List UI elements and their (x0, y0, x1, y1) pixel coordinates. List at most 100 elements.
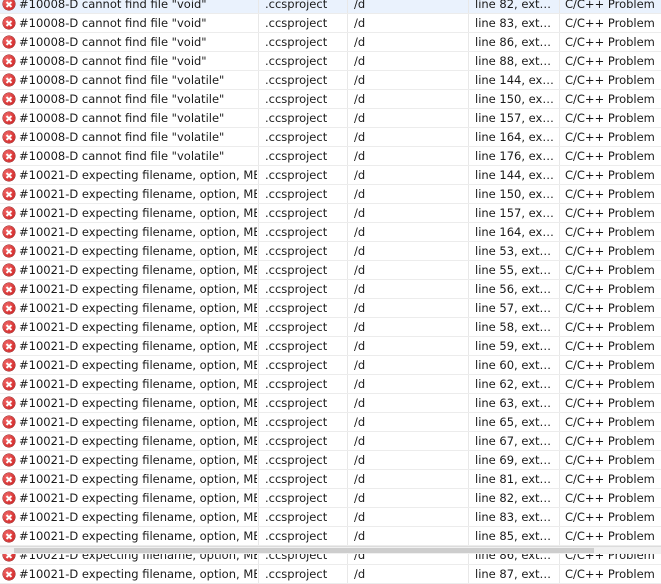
problem-resource: .ccsproject (258, 147, 346, 165)
horizontal-scrollbar[interactable] (0, 546, 661, 554)
problem-description: #10021-D expecting filename, option, MEM… (19, 472, 257, 486)
problem-row[interactable]: #10021-D expecting filename, option, MEM… (0, 508, 661, 527)
problem-location: line 59, external location: C:\Users\... (468, 337, 558, 355)
problem-resource: .ccsproject (258, 470, 346, 488)
problem-description: #10021-D expecting filename, option, MEM… (19, 415, 257, 429)
error-icon (3, 283, 15, 295)
problem-path: /d (347, 337, 467, 355)
problem-row[interactable]: #10021-D expecting filename, option, MEM… (0, 318, 661, 337)
problem-location: line 176, external location: C:\Users\..… (468, 147, 558, 165)
error-icon (3, 207, 15, 219)
problem-row[interactable]: #10021-D expecting filename, option, MEM… (0, 470, 661, 489)
problem-type: C/C++ Problem (559, 71, 661, 89)
problem-description: #10021-D expecting filename, option, MEM… (19, 339, 257, 353)
problem-description: #10008-D cannot find file "void" (19, 54, 207, 68)
problem-row[interactable]: #10008-D cannot find file "volatile" .ccs… (0, 90, 661, 109)
problem-description: #10008-D cannot find file "volatile" (19, 111, 225, 125)
problem-row[interactable]: #10021-D expecting filename, option, MEM… (0, 166, 661, 185)
problem-row[interactable]: #10021-D expecting filename, option, MEM… (0, 489, 661, 508)
problem-row[interactable]: #10021-D expecting filename, option, MEM… (0, 527, 661, 546)
error-icon (3, 473, 15, 485)
problem-row[interactable]: #10008-D cannot find file "volatile" .ccs… (0, 147, 661, 166)
problem-resource: .ccsproject (258, 356, 346, 374)
problem-location: line 81, external location: C:\Users\... (468, 470, 558, 488)
error-icon (3, 188, 15, 200)
problem-row[interactable]: #10021-D expecting filename, option, MEM… (0, 565, 661, 584)
problem-path: /d (347, 109, 467, 127)
problem-type: C/C++ Problem (559, 527, 661, 545)
problem-row[interactable]: #10021-D expecting filename, option, MEM… (0, 185, 661, 204)
problem-path: /d (347, 90, 467, 108)
problem-type: C/C++ Problem (559, 242, 661, 260)
error-icon (3, 74, 15, 86)
problem-resource: .ccsproject (258, 242, 346, 260)
problem-row[interactable]: #10008-D cannot find file "void" .ccsproj… (0, 0, 661, 14)
problem-row[interactable]: #10021-D expecting filename, option, MEM… (0, 280, 661, 299)
problem-row[interactable]: #10008-D cannot find file "volatile" .ccs… (0, 109, 661, 128)
error-icon (3, 131, 15, 143)
problem-row[interactable]: #10008-D cannot find file "volatile" .ccs… (0, 128, 661, 147)
problem-row[interactable]: #10021-D expecting filename, option, MEM… (0, 356, 661, 375)
problem-type: C/C++ Problem (559, 432, 661, 450)
problem-type: C/C++ Problem (559, 14, 661, 32)
problem-location: line 53, external location: C:\Users\... (468, 242, 558, 260)
problem-location: line 82, external location: C:\Users\... (468, 0, 558, 13)
problem-type: C/C++ Problem (559, 451, 661, 469)
error-icon (3, 340, 15, 352)
problem-row[interactable]: #10021-D expecting filename, option, MEM… (0, 432, 661, 451)
problem-type: C/C++ Problem (559, 223, 661, 241)
problem-description: #10008-D cannot find file "void" (19, 0, 207, 11)
problem-path: /d (347, 508, 467, 526)
problem-location: line 85, external location: C:\Users\... (468, 527, 558, 545)
problem-path: /d (347, 128, 467, 146)
problem-row[interactable]: #10008-D cannot find file "void" .ccsproj… (0, 52, 661, 71)
problem-row[interactable]: #10008-D cannot find file "volatile" .ccs… (0, 71, 661, 90)
problem-description: #10021-D expecting filename, option, MEM… (19, 206, 257, 220)
problem-description: #10021-D expecting filename, option, MEM… (19, 377, 257, 391)
problem-resource: .ccsproject (258, 128, 346, 146)
problem-path: /d (347, 52, 467, 70)
problem-row[interactable]: #10021-D expecting filename, option, MEM… (0, 394, 661, 413)
problem-description: #10008-D cannot find file "volatile" (19, 73, 225, 87)
problem-row[interactable]: #10021-D expecting filename, option, MEM… (0, 375, 661, 394)
problem-location: line 65, external location: C:\Users\... (468, 413, 558, 431)
error-icon (3, 169, 15, 181)
problem-type: C/C++ Problem (559, 33, 661, 51)
problem-location: line 150, external location: C:\Users\..… (468, 90, 558, 108)
problem-resource: .ccsproject (258, 527, 346, 545)
problem-row[interactable]: #10021-D expecting filename, option, MEM… (0, 242, 661, 261)
problem-location: line 157, external location: C:\Users\..… (468, 109, 558, 127)
problem-row[interactable]: #10008-D cannot find file "void" .ccsproj… (0, 14, 661, 33)
scrollbar-thumb[interactable] (14, 548, 594, 553)
problem-row[interactable]: #10021-D expecting filename, option, MEM… (0, 413, 661, 432)
problem-row[interactable]: #10008-D cannot find file "void" .ccsproj… (0, 33, 661, 52)
problem-location: line 55, external location: C:\Users\... (468, 261, 558, 279)
problem-description: #10008-D cannot find file "volatile" (19, 130, 225, 144)
problem-row[interactable]: #10021-D expecting filename, option, MEM… (0, 204, 661, 223)
problem-row[interactable]: #10021-D expecting filename, option, MEM… (0, 223, 661, 242)
problem-resource: .ccsproject (258, 52, 346, 70)
problem-type: C/C++ Problem (559, 337, 661, 355)
problem-description: #10021-D expecting filename, option, MEM… (19, 244, 257, 258)
problem-row[interactable]: #10021-D expecting filename, option, MEM… (0, 451, 661, 470)
problem-resource: .ccsproject (258, 109, 346, 127)
problem-resource: .ccsproject (258, 337, 346, 355)
problem-row[interactable]: #10021-D expecting filename, option, MEM… (0, 299, 661, 318)
problem-type: C/C++ Problem (559, 356, 661, 374)
error-icon (3, 17, 15, 29)
problem-resource: .ccsproject (258, 33, 346, 51)
error-icon (3, 93, 15, 105)
problem-path: /d (347, 33, 467, 51)
problem-description: #10021-D expecting filename, option, MEM… (19, 491, 257, 505)
problem-resource: .ccsproject (258, 280, 346, 298)
problem-row[interactable]: #10021-D expecting filename, option, MEM… (0, 337, 661, 356)
problem-location: line 62, external location: C:\Users\... (468, 375, 558, 393)
problem-description: #10021-D expecting filename, option, MEM… (19, 320, 257, 334)
problem-row[interactable]: #10021-D expecting filename, option, MEM… (0, 261, 661, 280)
error-icon (3, 36, 15, 48)
problem-path: /d (347, 242, 467, 260)
problem-type: C/C++ Problem (559, 90, 661, 108)
problem-location: line 86, external location: C:\Users\... (468, 33, 558, 51)
problem-resource: .ccsproject (258, 299, 346, 317)
problem-resource: .ccsproject (258, 318, 346, 336)
